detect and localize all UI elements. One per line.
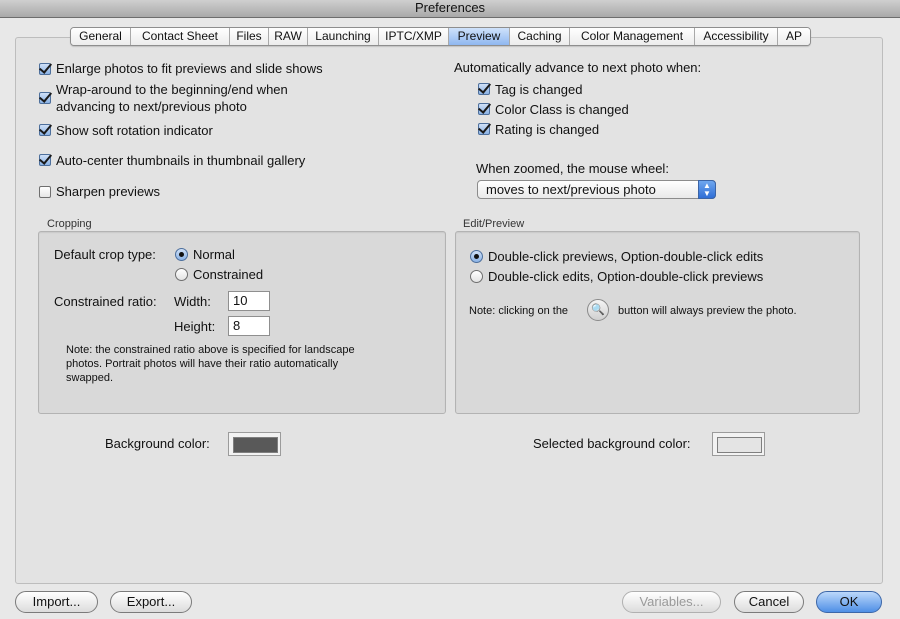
crop-constrained-label: Constrained: [193, 267, 264, 282]
constrained-ratio-label: Constrained ratio:: [54, 294, 157, 309]
auto-center-checkbox[interactable]: [39, 154, 51, 166]
background-color-label: Background color:: [105, 436, 210, 451]
tab-color-management[interactable]: Color Management: [570, 28, 695, 45]
default-crop-type-label: Default crop type:: [54, 247, 156, 262]
double-click-edits-label: Double-click edits, Option-double-click …: [488, 269, 764, 284]
height-label: Height:: [174, 319, 216, 334]
soft-rotation-label: Show soft rotation indicator: [56, 123, 213, 138]
selected-background-color-label: Selected background color:: [533, 436, 691, 451]
tab-caching[interactable]: Caching: [510, 28, 570, 45]
wrap-around-label-line2: advancing to next/previous photo: [56, 99, 247, 114]
cropping-group-title: Cropping: [47, 218, 92, 230]
magnifier-icon: 🔍: [587, 299, 609, 321]
mouse-wheel-popup-value: moves to next/previous photo: [486, 182, 656, 197]
auto-center-label: Auto-center thumbnails in thumbnail gall…: [56, 153, 306, 168]
tab-raw[interactable]: RAW: [269, 28, 308, 45]
tag-changed-label: Tag is changed: [495, 82, 583, 97]
width-field[interactable]: 10: [228, 291, 270, 311]
crop-normal-label: Normal: [193, 247, 235, 262]
export-button[interactable]: Export...: [110, 591, 192, 613]
tab-general[interactable]: General: [71, 28, 131, 45]
double-click-edits-radio[interactable]: [470, 270, 483, 283]
sharpen-previews-label: Sharpen previews: [56, 184, 161, 199]
edit-preview-group-title: Edit/Preview: [463, 218, 525, 230]
crop-note-line1: Note: the constrained ratio above is spe…: [66, 344, 355, 356]
crop-note-line3: swapped.: [66, 372, 114, 384]
wrap-around-label-line1: Wrap-around to the beginning/end when: [56, 82, 288, 97]
popup-arrows-icon: ▲ ▼: [698, 180, 716, 199]
color-class-changed-checkbox[interactable]: [478, 103, 490, 115]
background-color-well[interactable]: [228, 432, 281, 456]
enlarge-photos-checkbox[interactable]: [39, 63, 51, 75]
window-title: Preferences: [0, 0, 900, 18]
tab-contact-sheet[interactable]: Contact Sheet: [131, 28, 230, 45]
sharpen-previews-checkbox[interactable]: [39, 186, 51, 198]
tab-files[interactable]: Files: [230, 28, 269, 45]
ok-button[interactable]: OK: [816, 591, 882, 613]
double-click-previews-radio[interactable]: [470, 250, 483, 263]
cancel-button[interactable]: Cancel: [734, 591, 804, 613]
selected-background-color-well[interactable]: [712, 432, 765, 456]
tag-changed-checkbox[interactable]: [478, 83, 490, 95]
tab-accessibility[interactable]: Accessibility: [695, 28, 778, 45]
double-click-previews-label: Double-click previews, Option-double-cli…: [488, 249, 764, 264]
preview-note-suffix: button will always preview the photo.: [618, 305, 797, 317]
soft-rotation-checkbox[interactable]: [39, 124, 51, 136]
wrap-around-checkbox[interactable]: [39, 92, 51, 104]
tab-preview[interactable]: Preview: [449, 28, 510, 45]
crop-note-line2: photos. Portrait photos will have their …: [66, 358, 339, 370]
background-color-swatch: [233, 437, 278, 453]
tab-launching[interactable]: Launching: [308, 28, 379, 45]
rating-changed-label: Rating is changed: [495, 122, 600, 137]
selected-background-color-swatch: [717, 437, 762, 453]
crop-normal-radio[interactable]: [175, 248, 188, 261]
mouse-wheel-label: When zoomed, the mouse wheel:: [476, 161, 669, 176]
mouse-wheel-popup[interactable]: moves to next/previous photo ▲ ▼: [477, 180, 716, 199]
width-label: Width:: [174, 294, 211, 309]
enlarge-photos-label: Enlarge photos to fit previews and slide…: [56, 61, 323, 76]
tab-ap[interactable]: AP: [778, 28, 810, 45]
tab-iptc-xmp[interactable]: IPTC/XMP: [379, 28, 449, 45]
preview-note-prefix: Note: clicking on the: [469, 305, 569, 317]
rating-changed-checkbox[interactable]: [478, 123, 490, 135]
variables-button[interactable]: Variables...: [622, 591, 721, 613]
color-class-changed-label: Color Class is changed: [495, 102, 629, 117]
height-field[interactable]: 8: [228, 316, 270, 336]
import-button[interactable]: Import...: [15, 591, 98, 613]
auto-advance-heading: Automatically advance to next photo when…: [454, 60, 702, 75]
tab-bar: General Contact Sheet Files RAW Launchin…: [70, 27, 811, 46]
crop-constrained-radio[interactable]: [175, 268, 188, 281]
